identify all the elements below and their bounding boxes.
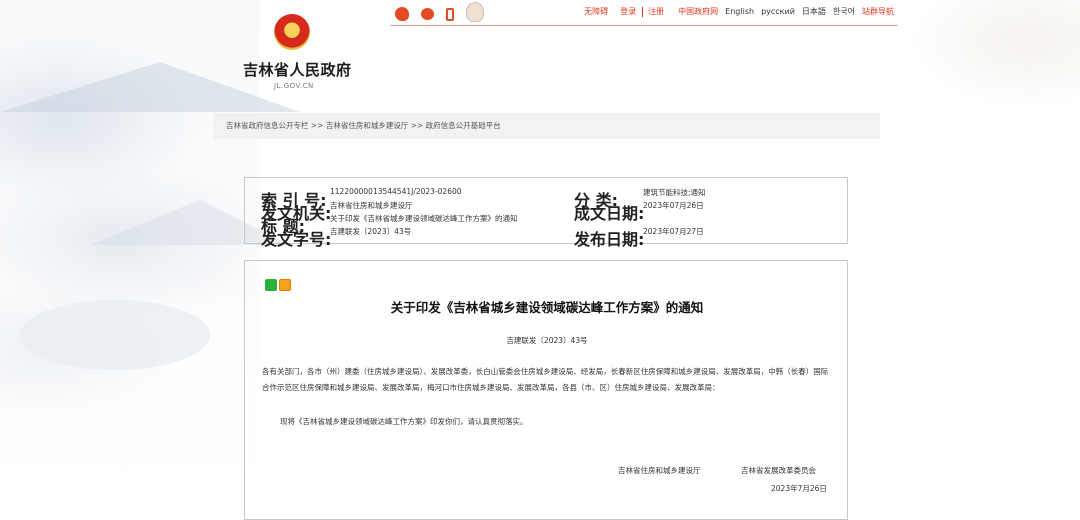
meta-docno-label: 发文字号: [261,230,332,249]
meta-published-value: 2023年07月27日 [643,227,704,236]
meta-category-value: 建筑节能科技;通知 [643,188,706,197]
meta-docno-value: 吉建联发〔2023〕43号 [330,227,412,236]
lake-shape [20,300,210,370]
link-separator [642,6,644,17]
breadcrumb[interactable]: 吉林省政府信息公开专栏 >> 吉林省住房和城乡建设厅 >> 政府信息公开基础平台 [214,113,880,139]
site-title[interactable]: 吉林省人民政府 [243,59,352,80]
signer-housing-dept: 吉林省住房和城乡建设厅 [618,466,701,475]
lang-korean-link[interactable]: 한국어 [833,6,855,17]
meta-issuer-value: 吉林省住房和城乡建设厅 [330,201,413,210]
article-title: 关于印发《吉林省城乡建设领域碳达峰工作方案》的通知 [390,300,704,315]
meta-index-value: 11220000013544541J/2023-02600 [330,187,462,196]
wechat-icon[interactable] [395,7,409,21]
china-gov-link[interactable]: 中国政府网 [678,6,718,17]
share-buttons [265,279,291,291]
signer-development-commission: 吉林省发展改革委员会 [741,466,816,475]
national-emblem-icon[interactable] [274,14,310,50]
login-link[interactable]: 登录 [620,6,636,17]
top-icons [395,2,484,24]
top-bar: 无障碍 登录 注册 中国政府网 English русский 日本語 한국어 … [390,0,898,26]
meta-created-value: 2023年07月26日 [643,201,704,210]
top-links: 无障碍 登录 注册 中国政府网 English русский 日本語 한국어 … [574,6,894,17]
lang-russian-link[interactable]: русский [761,7,795,16]
background-landscape [0,0,300,501]
article-paragraph: 各有关部门，各市（州）建委（住房城乡建设局）、发展改革委，长白山管委会住房城乡建… [262,367,829,392]
meta-published-label: 发布日期: [574,230,645,249]
meta-title-value: 关于印发《吉林省城乡建设领域碳达峰工作方案》的通知 [330,214,518,223]
mobile-icon[interactable] [446,7,454,21]
site-domain: JL.GOV.CN [274,82,314,90]
document-meta-table: 索 引 号: 11220000013544541J/2023-02600 分 类… [244,177,848,249]
article-paragraph: 现将《吉林省城乡建设领域碳达峰工作方案》印发你们，请认真贯彻落实。 [280,417,528,426]
article-doc-number: 吉建联发〔2023〕43号 [506,336,588,345]
weibo-icon[interactable] [421,8,434,20]
wechat-share-icon[interactable] [265,279,277,291]
article-body: 关于印发《吉林省城乡建设领域碳达峰工作方案》的通知 吉建联发〔2023〕43号 … [244,260,848,520]
accessibility-link[interactable]: 无障碍 [584,6,608,17]
weibo-share-icon[interactable] [279,279,291,291]
site-group-nav-link[interactable]: 站群导航 [862,6,894,17]
mascot-icon[interactable] [466,2,484,22]
meta-created-label: 成文日期: [574,204,645,223]
lang-english-link[interactable]: English [725,7,754,16]
register-link[interactable]: 注册 [648,6,664,17]
background-decoration [890,0,1080,140]
sign-date: 2023年7月26日 [771,484,827,493]
lang-japanese-link[interactable]: 日本語 [802,6,826,17]
